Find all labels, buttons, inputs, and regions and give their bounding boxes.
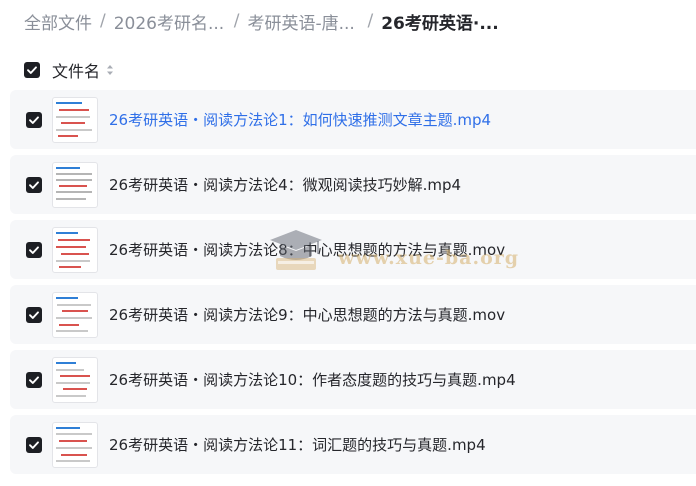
breadcrumb-separator: / [100,11,106,31]
file-row[interactable]: 26考研英语・阅读方法论8：中心思想题的方法与真题.mov [10,220,696,279]
file-row[interactable]: 26考研英语・阅读方法论1：如何快速推测文章主题.mp4 [10,90,696,149]
breadcrumb-current-folder: 26考研英语·... [381,13,499,34]
file-name[interactable]: 26考研英语・阅读方法论9：中心思想题的方法与真题.mov [109,304,505,325]
check-icon [29,310,39,319]
video-thumbnail[interactable] [52,356,98,403]
breadcrumb-folder-2026[interactable]: 2026考研名... [114,9,226,34]
breadcrumb: 全部文件 / 2026考研名... / 考研英语-唐... / 26考研英语·.… [24,9,499,34]
breadcrumb-separator: / [233,11,240,31]
video-thumbnail[interactable] [52,161,98,208]
sort-icon[interactable] [106,64,114,76]
check-icon [29,245,39,254]
row-checkbox[interactable] [26,111,42,128]
file-name[interactable]: 26考研英语・阅读方法论4：微观阅读技巧妙解.mp4 [109,174,461,195]
breadcrumb-separator: / [367,11,374,31]
file-name[interactable]: 26考研英语・阅读方法论10：作者态度题的技巧与真题.mp4 [109,369,516,390]
breadcrumb-all-files[interactable]: 全部文件 [24,9,92,34]
check-icon [29,440,39,449]
check-icon [29,180,39,189]
file-list-header: 文件名 [24,58,114,82]
row-checkbox[interactable] [26,371,42,388]
file-list: 26考研英语・阅读方法论1：如何快速推测文章主题.mp4 26考研英语・阅读方法… [10,90,696,480]
video-thumbnail[interactable] [52,421,98,468]
check-icon [27,66,37,74]
file-name[interactable]: 26考研英语・阅读方法论8：中心思想题的方法与真题.mov [109,239,505,260]
file-row[interactable]: 26考研英语・阅读方法论11：词汇题的技巧与真题.mp4 [10,415,696,474]
file-row[interactable]: 26考研英语・阅读方法论9：中心思想题的方法与真题.mov [10,285,696,344]
check-icon [29,375,39,384]
file-name[interactable]: 26考研英语・阅读方法论1：如何快速推测文章主题.mp4 [109,109,491,130]
video-thumbnail[interactable] [52,96,98,143]
video-thumbnail[interactable] [52,226,98,273]
file-row[interactable]: 26考研英语・阅读方法论4：微观阅读技巧妙解.mp4 [10,155,696,214]
row-checkbox[interactable] [26,306,42,323]
column-header-filename[interactable]: 文件名 [52,58,100,82]
breadcrumb-folder-english[interactable]: 考研英语-唐... [247,9,359,34]
row-checkbox[interactable] [26,176,42,193]
check-icon [29,115,39,124]
select-all-checkbox[interactable] [24,62,40,78]
row-checkbox[interactable] [26,241,42,258]
file-name[interactable]: 26考研英语・阅读方法论11：词汇题的技巧与真题.mp4 [109,434,486,455]
file-row[interactable]: 26考研英语・阅读方法论10：作者态度题的技巧与真题.mp4 [10,350,696,409]
row-checkbox[interactable] [26,436,42,453]
video-thumbnail[interactable] [52,291,98,338]
